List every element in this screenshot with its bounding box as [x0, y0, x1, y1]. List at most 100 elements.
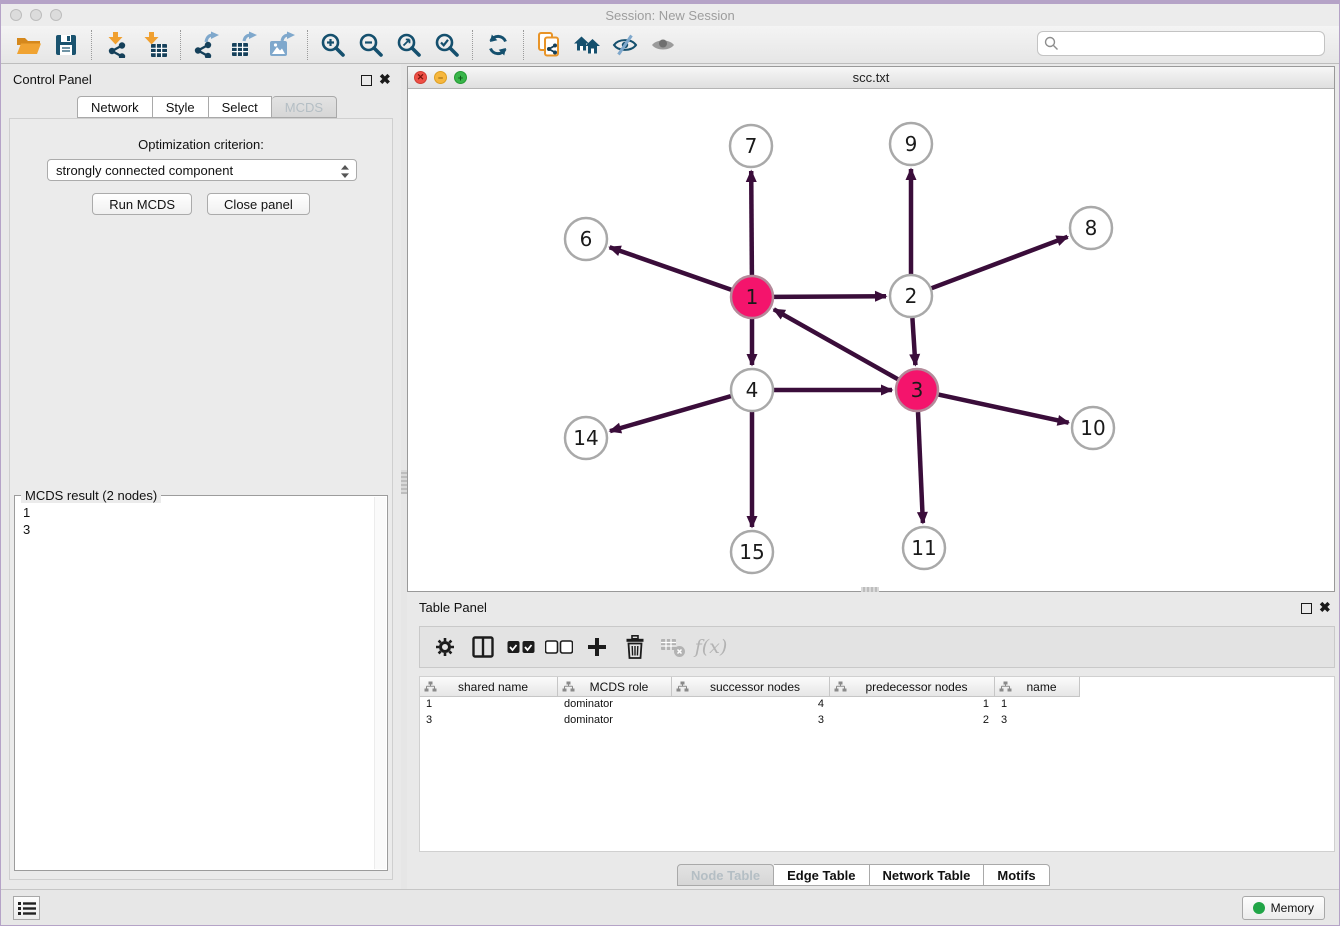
search-field[interactable]	[1037, 31, 1325, 56]
float-table-panel-icon[interactable]	[1301, 603, 1312, 614]
graph-edge-4-14[interactable]	[610, 396, 731, 431]
search-input[interactable]	[1063, 36, 1318, 52]
column-header-predecessor-nodes[interactable]: predecessor nodes	[830, 677, 995, 697]
export-image-button[interactable]	[263, 29, 301, 61]
clone-network-button[interactable]	[530, 29, 568, 61]
tab-network-table[interactable]: Network Table	[870, 864, 985, 886]
import-network-button[interactable]	[98, 29, 136, 61]
graph-edge-3-1[interactable]	[774, 309, 898, 379]
tab-node-table[interactable]: Node Table	[677, 864, 774, 886]
tab-motifs[interactable]: Motifs	[984, 864, 1049, 886]
hide-selected-button[interactable]	[606, 29, 644, 61]
table-cell[interactable]: 3	[995, 713, 1080, 729]
graph-node-14[interactable]: 14	[565, 417, 607, 459]
graph-node-6[interactable]: 6	[565, 218, 607, 260]
select-all-rows-button[interactable]	[504, 630, 538, 664]
import-table-button[interactable]	[136, 29, 174, 61]
graph-node-8[interactable]: 8	[1070, 207, 1112, 249]
table-row: 1dominator411	[420, 697, 1334, 713]
graph-node-4[interactable]: 4	[731, 369, 773, 411]
tab-style[interactable]: Style	[153, 96, 209, 118]
unchecked-boxes-icon	[545, 640, 573, 654]
close-table-panel-icon[interactable]: ✖	[1319, 599, 1331, 616]
tab-select[interactable]: Select	[209, 96, 272, 118]
horizontal-splitter-grip[interactable]	[861, 587, 879, 592]
graph-edge-1-7[interactable]	[751, 171, 752, 275]
tab-network[interactable]: Network	[77, 96, 153, 118]
table-panel: Table Panel ✖	[407, 596, 1335, 888]
mcds-result-box: MCDS result (2 nodes) 1 3	[14, 495, 388, 871]
graph-node-1[interactable]: 1	[731, 276, 773, 318]
hierarchy-icon	[676, 681, 689, 692]
delete-column-button[interactable]	[618, 630, 652, 664]
show-all-button[interactable]	[644, 29, 682, 61]
column-header-shared-name[interactable]: shared name	[420, 677, 558, 697]
close-panel-button[interactable]: Close panel	[207, 193, 310, 215]
deselect-all-rows-button[interactable]	[542, 630, 576, 664]
run-mcds-button[interactable]: Run MCDS	[92, 193, 192, 215]
column-header-mcds-role[interactable]: MCDS role	[558, 677, 672, 697]
select-stepper-icon	[340, 164, 350, 179]
zoom-in-button[interactable]	[314, 29, 352, 61]
delete-table-button[interactable]	[656, 630, 690, 664]
table-cell[interactable]: dominator	[558, 713, 672, 729]
table-cell[interactable]: 1	[420, 697, 558, 713]
column-layout-button[interactable]	[466, 630, 500, 664]
column-label: name	[1012, 680, 1079, 694]
task-history-button[interactable]	[13, 896, 40, 920]
zoom-in-icon	[320, 32, 346, 58]
zoom-out-button[interactable]	[352, 29, 390, 61]
save-session-button[interactable]	[47, 29, 85, 61]
memory-button[interactable]: Memory	[1242, 896, 1325, 920]
open-session-button[interactable]	[9, 29, 47, 61]
table-cell[interactable]: dominator	[558, 697, 672, 713]
gear-icon	[434, 636, 456, 658]
table-header-row: shared nameMCDS rolesuccessor nodesprede…	[420, 677, 1334, 697]
graph-node-2[interactable]: 2	[890, 275, 932, 317]
optimization-criterion-select[interactable]: strongly connected component	[47, 159, 357, 181]
refresh-button[interactable]	[479, 29, 517, 61]
tab-edge-table[interactable]: Edge Table	[774, 864, 869, 886]
node-table: shared nameMCDS rolesuccessor nodesprede…	[419, 676, 1335, 852]
network-window-title: scc.txt	[408, 70, 1334, 85]
table-cell[interactable]: 1	[830, 697, 995, 713]
graph-node-11[interactable]: 11	[903, 527, 945, 569]
graph-edge-1-2[interactable]	[774, 296, 886, 297]
network-window-titlebar[interactable]: scc.txt	[408, 67, 1334, 89]
table-cell[interactable]: 2	[830, 713, 995, 729]
graph-node-9[interactable]: 9	[890, 123, 932, 165]
tab-mcds[interactable]: MCDS	[272, 96, 337, 118]
result-scrollbar[interactable]	[374, 497, 386, 869]
network-graph[interactable]: 7 9 6 8 1 2 4 3 14 10 15 11	[408, 90, 1334, 591]
table-row: 3dominator323	[420, 713, 1334, 729]
export-network-button[interactable]	[187, 29, 225, 61]
close-panel-icon[interactable]: ✖	[379, 71, 391, 88]
graph-node-10[interactable]: 10	[1072, 407, 1114, 449]
graph-node-7[interactable]: 7	[730, 125, 772, 167]
zoom-fit-button[interactable]	[390, 29, 428, 61]
main-titlebar: Session: New Session	[1, 4, 1339, 26]
graph-edge-2-8[interactable]	[932, 237, 1068, 288]
graph-node-15[interactable]: 15	[731, 531, 773, 573]
graph-node-3[interactable]: 3	[896, 369, 938, 411]
table-cell[interactable]: 3	[420, 713, 558, 729]
add-column-button[interactable]	[580, 630, 614, 664]
export-table-button[interactable]	[225, 29, 263, 61]
column-header-name[interactable]: name	[995, 677, 1080, 697]
eye-slash-icon	[612, 32, 638, 58]
graph-edge-1-6[interactable]	[610, 247, 732, 290]
save-floppy-icon	[53, 32, 79, 58]
table-cell[interactable]: 3	[672, 713, 830, 729]
node-label: 4	[746, 378, 759, 402]
float-panel-icon[interactable]	[361, 75, 372, 86]
table-cell[interactable]: 1	[995, 697, 1080, 713]
table-settings-button[interactable]	[428, 630, 462, 664]
function-builder-button[interactable]: f(x)	[694, 630, 728, 664]
graph-edge-3-10[interactable]	[939, 395, 1069, 423]
graph-edge-3-11[interactable]	[918, 412, 923, 523]
zoom-selected-button[interactable]	[428, 29, 466, 61]
home-button[interactable]	[568, 29, 606, 61]
table-cell[interactable]: 4	[672, 697, 830, 713]
graph-edge-2-3[interactable]	[912, 318, 915, 365]
column-header-successor-nodes[interactable]: successor nodes	[672, 677, 830, 697]
